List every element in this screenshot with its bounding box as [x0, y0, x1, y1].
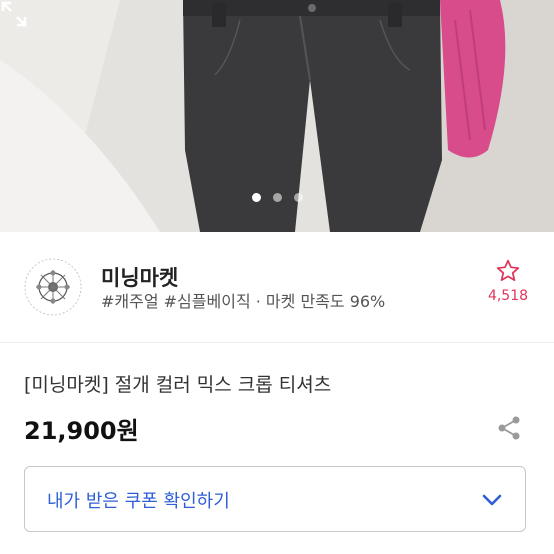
coupon-check-button[interactable]: 내가 받은 쿠폰 확인하기 [24, 466, 526, 532]
share-icon[interactable] [494, 413, 524, 443]
carousel-indicator [0, 193, 554, 202]
store-info[interactable]: 미닝마켓 #캐주얼 #심플베이직 · 마켓 만족도 96% 4,518 [0, 232, 554, 343]
product-image[interactable] [0, 0, 554, 232]
product-title: [미닝마켓] 절개 컬러 믹스 크롭 티셔츠 [24, 374, 332, 396]
favorite-count: 4,518 [487, 288, 529, 304]
store-tags: #캐주얼 #심플베이직 · 마켓 만족도 96% [101, 292, 386, 311]
carousel-dot[interactable] [251, 193, 261, 202]
coupon-label: 내가 받은 쿠폰 확인하기 [47, 491, 230, 512]
expand-icon[interactable] [0, 0, 28, 28]
product-price: 21,900원 [24, 417, 139, 445]
carousel-dot[interactable] [272, 193, 282, 202]
star-icon [496, 259, 520, 281]
chevron-down-icon [482, 494, 502, 506]
carousel-dot[interactable] [293, 193, 303, 202]
store-logo[interactable] [20, 254, 86, 320]
favorite-button[interactable]: 4,518 [480, 258, 536, 304]
